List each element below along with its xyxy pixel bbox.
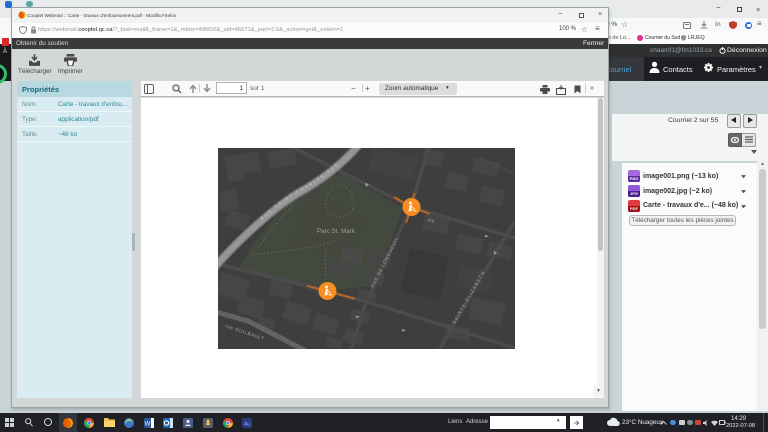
svg-text:W: W [145, 421, 151, 427]
svg-text:Au: Au [244, 421, 250, 427]
svg-text:Parc St. Mark: Parc St. Mark [317, 228, 356, 235]
